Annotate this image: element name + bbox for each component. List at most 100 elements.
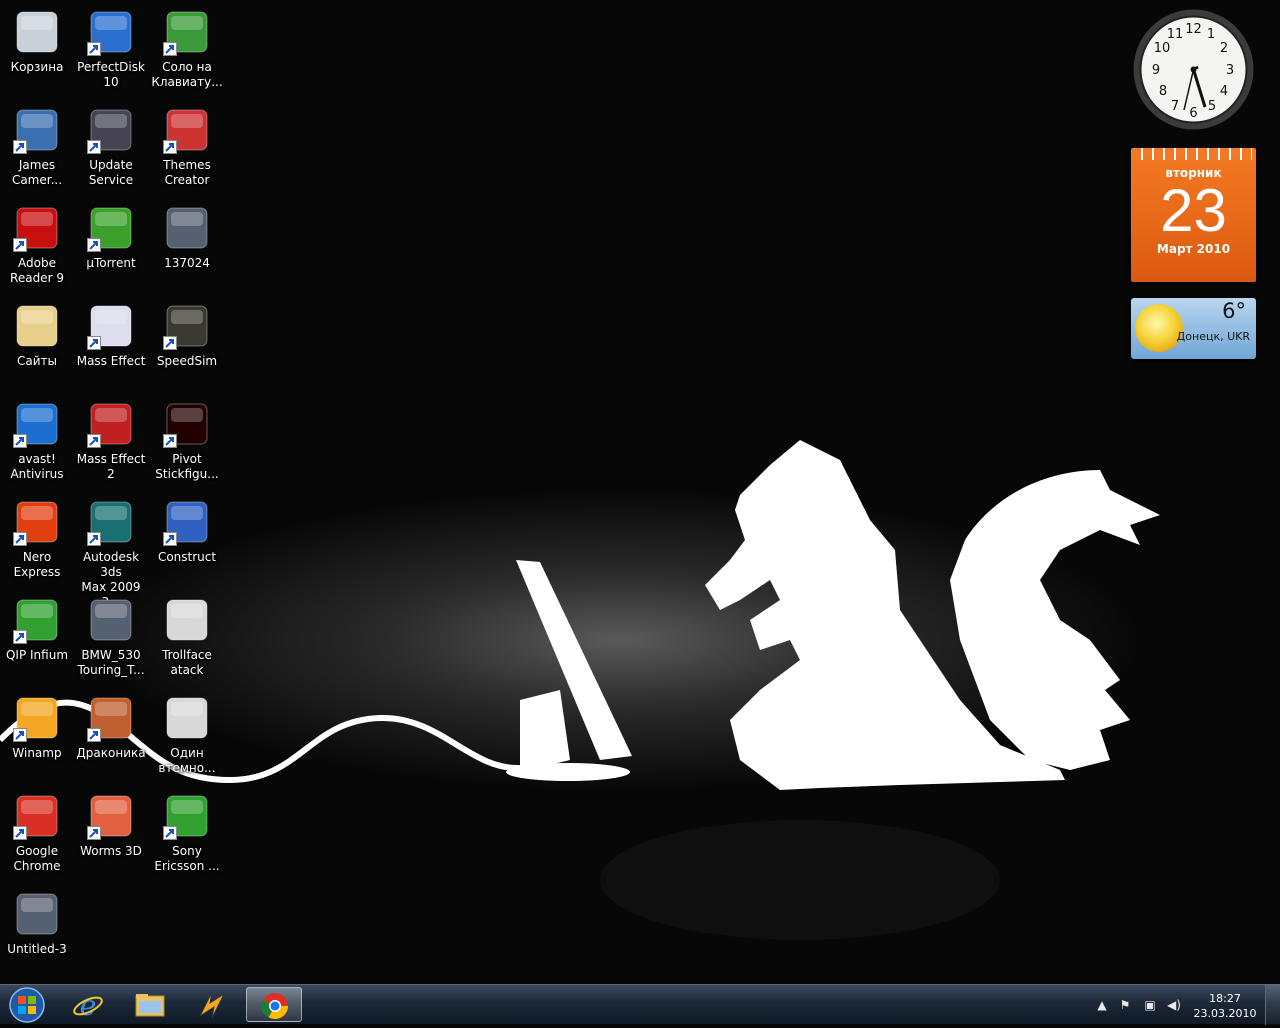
avast-icon: [13, 400, 61, 448]
desktop-icon[interactable]: BMW_530 Touring_T...: [74, 592, 148, 688]
shortcut-arrow-icon: [163, 434, 177, 448]
calendar-day: 23: [1160, 177, 1227, 244]
calendar-rings: [1135, 148, 1252, 160]
desktop-icon[interactable]: Соло на Клавиату...: [150, 4, 224, 100]
desktop-icon-label: Один втемно...: [158, 746, 216, 775]
desktop-icon[interactable]: James Camer...: [0, 102, 74, 198]
desktop-icon-label: Winamp: [12, 746, 62, 760]
desktop-icon[interactable]: Worms 3D: [74, 788, 148, 884]
weather-gadget[interactable]: 6° Донецк, UKR: [1131, 298, 1256, 359]
desktop-icon[interactable]: Untitled-3: [0, 886, 74, 982]
desktop-icon-label: µTorrent: [86, 256, 136, 270]
desktop-icon-label: avast! Antivirus: [10, 452, 64, 481]
desktop-icon-label: James Camer...: [11, 158, 63, 187]
construct-file-icon: [163, 694, 211, 742]
desktop-icon[interactable]: Один втемно...: [150, 690, 224, 786]
desktop-icon[interactable]: Adobe Reader 9: [0, 200, 74, 296]
desktop-icon[interactable]: Google Chrome: [0, 788, 74, 884]
shortcut-arrow-icon: [13, 532, 27, 546]
desktop-icon-label: Соло на Клавиату...: [151, 60, 223, 89]
desktop-icon[interactable]: Update Service: [74, 102, 148, 198]
desktop-icon-label: Trollface atack: [162, 648, 212, 677]
svg-text:9: 9: [1152, 63, 1160, 78]
desktop-icon[interactable]: avast! Antivirus: [0, 396, 74, 492]
shortcut-arrow-icon: [163, 826, 177, 840]
network-icon[interactable]: ▣: [1142, 997, 1158, 1013]
svg-text:6: 6: [1189, 106, 1197, 121]
taskbar-winamp[interactable]: [184, 987, 240, 1022]
desktop-icon[interactable]: Themes Creator: [150, 102, 224, 198]
desktop-icon-label: Mass Effect: [76, 354, 146, 368]
desktop-icon-label: Adobe Reader 9: [10, 256, 64, 285]
desktop-icon[interactable]: 137024: [150, 200, 224, 296]
start-button[interactable]: [5, 986, 49, 1024]
desktop-icon-label: Construct: [157, 550, 217, 564]
desktop-icon-label: Драконика: [76, 746, 146, 760]
desktop-icon[interactable]: Mass Effect: [74, 298, 148, 394]
shortcut-arrow-icon: [13, 238, 27, 252]
taskbar-explorer[interactable]: [122, 987, 178, 1022]
desktop-icon-label: PerfectDisk 10: [77, 60, 145, 89]
sony-ericsson-icon: [163, 792, 211, 840]
qip-icon: [13, 596, 61, 644]
desktop-icon[interactable]: Nero Express: [0, 494, 74, 590]
shortcut-arrow-icon: [87, 434, 101, 448]
taskbar-chrome[interactable]: [246, 987, 302, 1022]
desktop-icon[interactable]: Winamp: [0, 690, 74, 786]
image-file-icon: [87, 596, 135, 644]
taskbar-time: 18:27: [1209, 992, 1241, 1005]
mass-effect-icon: [87, 302, 135, 350]
explorer-folder-icon: [135, 994, 165, 1017]
avatar-game-icon: [13, 106, 61, 154]
desktop-icon[interactable]: PerfectDisk 10: [74, 4, 148, 100]
desktop-icon-label: SpeedSim: [156, 354, 218, 368]
svg-text:4: 4: [1220, 84, 1228, 99]
start-orb-icon: [9, 987, 45, 1023]
adobe-reader-icon: [13, 204, 61, 252]
action-center-flag-icon[interactable]: ⚑: [1117, 997, 1133, 1013]
winamp-icon: [198, 991, 226, 1019]
mass-effect-2-icon: [87, 400, 135, 448]
desktop-icon[interactable]: Sony Ericsson ...: [150, 788, 224, 884]
calendar-gadget[interactable]: вторник 23 Март 2010: [1131, 148, 1256, 282]
desktop-icon-label: BMW_530 Touring_T...: [77, 648, 145, 677]
pivot-icon: [163, 400, 211, 448]
weather-city: Донецк, UKR: [1176, 330, 1250, 343]
desktop-icon[interactable]: Корзина: [0, 4, 74, 100]
volume-icon[interactable]: ◀): [1166, 997, 1182, 1013]
speedsim-icon: [163, 302, 211, 350]
recycle-bin-icon: [13, 8, 61, 56]
construct-icon: [163, 498, 211, 546]
clock-gadget[interactable]: 12 1 2 345 678 9 10 11: [1131, 7, 1256, 132]
desktop-icon[interactable]: SpeedSim: [150, 298, 224, 394]
show-hidden-icons-icon[interactable]: ▲: [1094, 997, 1110, 1013]
sun-icon: [1135, 304, 1183, 352]
desktop-icon-label: Pivot Stickfigu...: [155, 452, 219, 481]
shortcut-arrow-icon: [13, 630, 27, 644]
desktop-icon[interactable]: Pivot Stickfigu...: [150, 396, 224, 492]
desktop-icon-label: Worms 3D: [80, 844, 142, 858]
utorrent-icon: [87, 204, 135, 252]
desktop-icon[interactable]: Construct: [150, 494, 224, 590]
desktop-icon[interactable]: Autodesk 3ds Max 2009 3...: [74, 494, 148, 609]
show-desktop-button[interactable]: [1265, 985, 1280, 1025]
image-file-icon: [163, 204, 211, 252]
svg-text:3: 3: [1226, 63, 1234, 78]
taskbar-internet-explorer[interactable]: e: [60, 987, 116, 1022]
shortcut-arrow-icon: [163, 336, 177, 350]
shortcut-arrow-icon: [13, 140, 27, 154]
desktop-icon[interactable]: µTorrent: [74, 200, 148, 296]
desktop-icon[interactable]: Trollface atack: [150, 592, 224, 688]
shortcut-arrow-icon: [163, 140, 177, 154]
svg-text:e: e: [80, 990, 97, 1020]
svg-text:11: 11: [1167, 27, 1184, 42]
shortcut-arrow-icon: [87, 532, 101, 546]
taskbar: e ▲ ⚑ ▣ ◀) 18:27 23.03.2010: [0, 984, 1280, 1025]
desktop-icon[interactable]: Драконика: [74, 690, 148, 786]
shortcut-arrow-icon: [13, 434, 27, 448]
desktop-icon[interactable]: Сайты: [0, 298, 74, 394]
desktop-icon[interactable]: Mass Effect 2: [74, 396, 148, 492]
taskbar-clock[interactable]: 18:27 23.03.2010: [1190, 991, 1260, 1021]
desktop-icon[interactable]: QIP Infium: [0, 592, 74, 688]
nero-icon: [13, 498, 61, 546]
